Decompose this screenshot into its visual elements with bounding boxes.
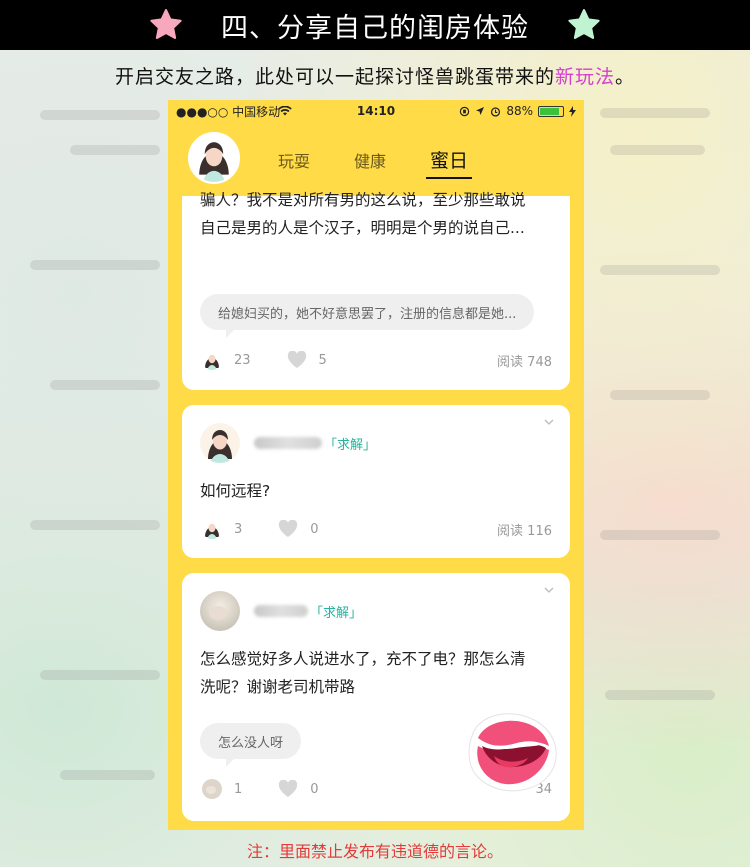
post-text: 怎么感觉好多人说进水了，充不了电？那怎么清 洗呢？谢谢老司机带路 — [200, 645, 556, 701]
phone-screenshot: ●●●○○ 中国移动 14:10 88% 玩耍 健康 蜜日 骗人？我不是对所有男… — [168, 100, 584, 830]
page-title: 四、分享自己的闺房体验 — [221, 12, 529, 44]
view-count: 阅读 116 — [497, 523, 552, 539]
app-header: 玩耍 健康 蜜日 — [168, 122, 584, 196]
photo-avatar-icon — [200, 591, 240, 631]
commenter-avatar — [202, 779, 222, 799]
status-bar: ●●●○○ 中国移动 14:10 88% — [168, 100, 584, 122]
woman-avatar-icon — [202, 519, 222, 539]
post-author: 「求解」 — [200, 591, 362, 631]
subtitle-end: 。 — [615, 66, 636, 88]
post-text-line: 怎么感觉好多人说进水了，充不了电？那怎么清 — [200, 650, 526, 668]
chevron-down-icon[interactable] — [544, 417, 554, 427]
post-text-line: 自己是男的人是个汉子，明明是个男的说自己... — [200, 219, 525, 237]
tab-honeymoon[interactable]: 蜜日 — [426, 146, 473, 179]
post-author: 「求解」 — [200, 423, 376, 463]
tab-play[interactable]: 玩耍 — [278, 148, 310, 175]
post-card[interactable]: 骗人？我不是对所有男的这么说，至少那些敢说 自己是男的人是个汉子，明明是个男的说… — [182, 191, 570, 390]
chevron-down-icon[interactable] — [544, 585, 554, 595]
clock: 14:10 — [356, 104, 396, 118]
view-count: 阅读 748 — [497, 354, 552, 370]
tab-bar: 玩耍 健康 蜜日 — [278, 146, 473, 179]
pink-star-icon — [150, 9, 182, 39]
post-text-line: 洗呢？谢谢老司机带路 — [200, 678, 356, 696]
blurred-username — [254, 437, 322, 449]
question-tag: 「求解」 — [310, 605, 363, 621]
subtitle-highlight: 新玩法 — [554, 66, 615, 88]
heart-icon[interactable] — [278, 780, 298, 798]
post-text: 如何远程? — [200, 482, 271, 500]
comment-count: 3 — [234, 521, 243, 537]
like-count: 0 — [310, 521, 319, 537]
profile-avatar[interactable] — [188, 132, 240, 184]
subtitle: 开启交友之路，此处可以一起探讨怪兽跳蛋带来的新玩法。 — [0, 62, 750, 89]
author-avatar[interactable] — [200, 423, 240, 463]
lips-sticker-icon — [468, 713, 557, 792]
commenter-avatar — [202, 519, 222, 539]
heart-icon[interactable] — [278, 520, 298, 538]
tab-health[interactable]: 健康 — [354, 148, 386, 175]
woman-avatar-icon — [190, 134, 238, 182]
heart-icon[interactable] — [287, 351, 307, 369]
question-tag: 「求解」 — [324, 437, 377, 453]
photo-avatar-icon — [202, 779, 222, 799]
post-card[interactable]: 「求解」 如何远程? 3 0 阅读 116 — [182, 405, 570, 558]
like-count: 0 — [310, 781, 319, 797]
post-stats: 23 5 阅读 748 — [202, 350, 552, 370]
commenter-avatar — [202, 350, 222, 370]
blurred-username — [254, 605, 308, 617]
comment-count: 1 — [234, 781, 243, 797]
comment-count: 23 — [234, 352, 251, 368]
woman-avatar-icon — [200, 423, 240, 463]
post-text: 骗人？我不是对所有男的这么说，至少那些敢说 自己是男的人是个汉子，明明是个男的说… — [200, 186, 556, 242]
subtitle-main: 开启交友之路，此处可以一起探讨怪兽跳蛋带来的 — [114, 66, 555, 88]
footer-note: 注：里面禁止发布有违道德的言论。 — [246, 842, 503, 861]
battery-icon — [538, 105, 564, 117]
post-stats: 3 0 阅读 116 — [202, 519, 552, 539]
post-text-line: 骗人？我不是对所有男的这么说，至少那些敢说 — [200, 191, 526, 209]
author-avatar[interactable] — [200, 591, 240, 631]
like-count: 5 — [318, 352, 327, 368]
reply-bubble[interactable]: 给媳妇买的，她不好意思罢了，注册的信息都是她... — [200, 294, 535, 338]
reply-bubble[interactable]: 怎么没人呀 — [200, 723, 302, 767]
title-bar: 四、分享自己的闺房体验 — [0, 0, 750, 50]
green-star-icon — [568, 9, 600, 39]
woman-avatar-icon — [202, 350, 222, 370]
